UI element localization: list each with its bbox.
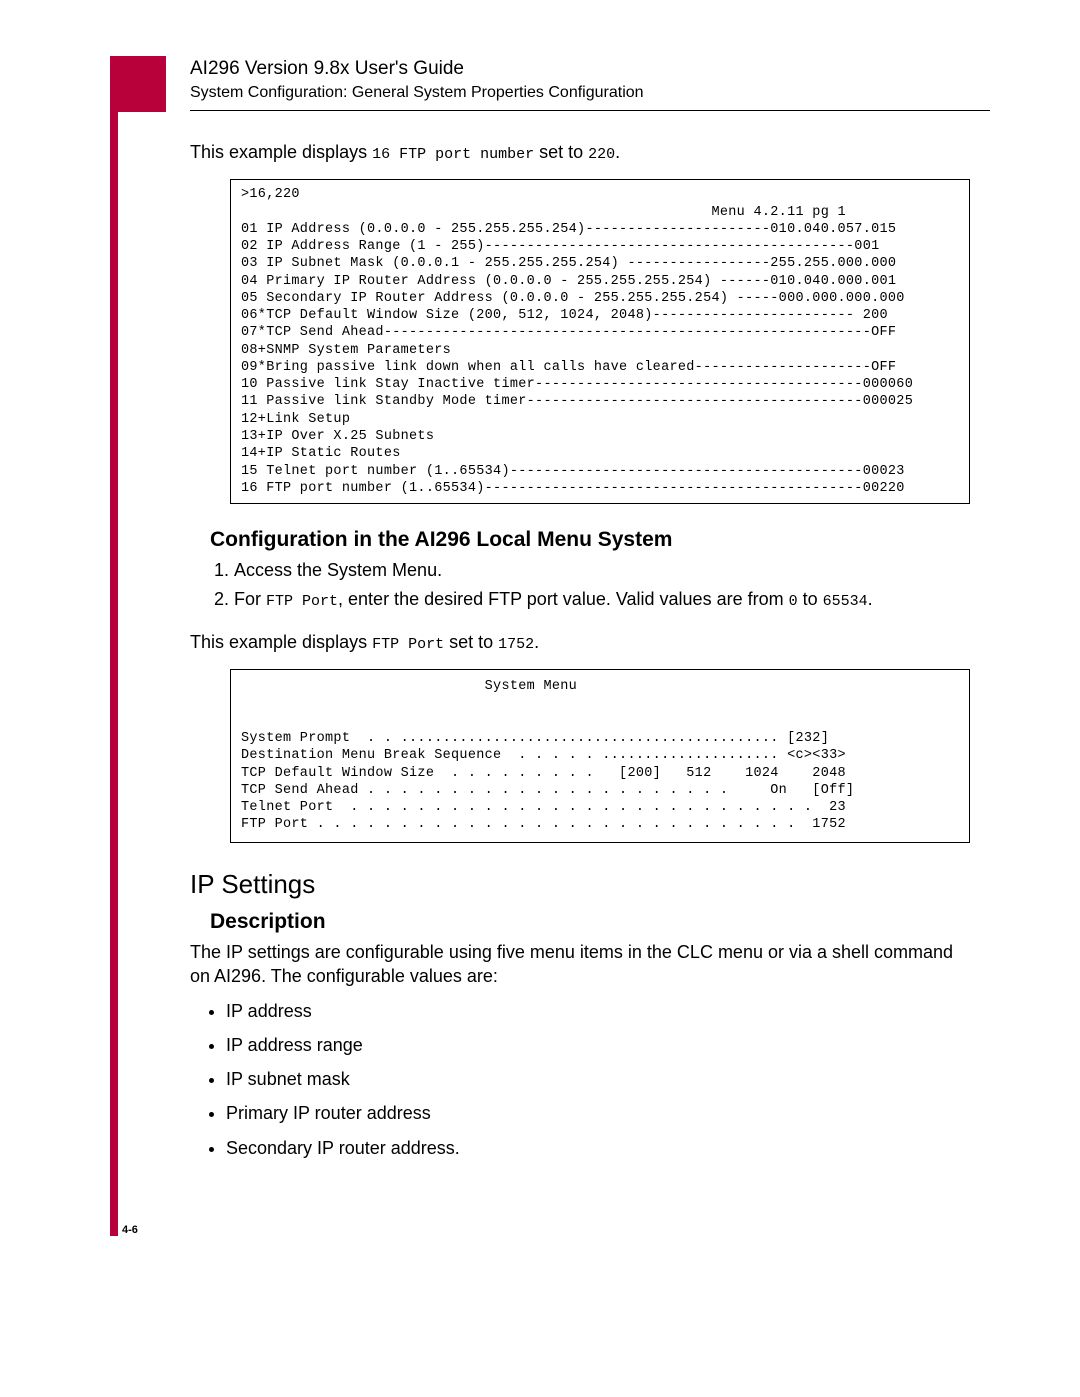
ip-settings-heading: IP Settings xyxy=(190,867,970,902)
page-number: 4-6 xyxy=(122,1224,138,1236)
left-vertical-bar xyxy=(110,56,118,1224)
system-menu-box: System Menu System Prompt . . ..........… xyxy=(230,669,970,842)
intro2-post: . xyxy=(534,632,539,652)
menu-output-box: >16,220 Menu 4.2.11 pg 1 01 IP Address (… xyxy=(230,179,970,504)
description-para: The IP settings are configurable using f… xyxy=(190,940,970,989)
config-steps: Access the System Menu. For FTP Port, en… xyxy=(210,558,970,612)
doc-subtitle: System Configuration: General System Pro… xyxy=(190,84,990,102)
list-item: Secondary IP router address. xyxy=(226,1136,970,1160)
page-header: AI296 Version 9.8x User's Guide System C… xyxy=(190,58,990,119)
intro2-mono1: FTP Port xyxy=(372,636,444,653)
step2-mid2: to xyxy=(798,589,823,609)
list-item: IP address xyxy=(226,999,970,1023)
list-item: Primary IP router address xyxy=(226,1101,970,1125)
intro2-pre: This example displays xyxy=(190,632,372,652)
list-item: IP subnet mask xyxy=(226,1067,970,1091)
intro1-pre: This example displays xyxy=(190,142,372,162)
doc-title: AI296 Version 9.8x User's Guide xyxy=(190,58,990,80)
intro1-mono1: 16 FTP port number xyxy=(372,146,534,163)
ip-list: IP address IP address range IP subnet ma… xyxy=(226,999,970,1160)
description-heading: Description xyxy=(210,908,970,936)
step2-mono2: 0 xyxy=(789,593,798,610)
step-2: For FTP Port, enter the desired FTP port… xyxy=(234,587,970,612)
intro2-mid: set to xyxy=(444,632,498,652)
step2-mono1: FTP Port xyxy=(266,593,338,610)
list-item: IP address range xyxy=(226,1033,970,1057)
header-red-square xyxy=(110,56,166,112)
intro1-mid: set to xyxy=(534,142,588,162)
step2-pre: For xyxy=(234,589,266,609)
step2-mid: , enter the desired FTP port value. Vali… xyxy=(338,589,789,609)
intro-line-1: This example displays 16 FTP port number… xyxy=(190,140,970,165)
step-1: Access the System Menu. xyxy=(234,558,970,582)
intro2-mono2: 1752 xyxy=(498,636,534,653)
intro-line-2: This example displays FTP Port set to 17… xyxy=(190,630,970,655)
config-heading: Configuration in the AI296 Local Menu Sy… xyxy=(210,526,970,554)
intro1-post: . xyxy=(615,142,620,162)
footer-red-tick xyxy=(110,1220,118,1236)
header-rule xyxy=(190,110,990,111)
intro1-mono2: 220 xyxy=(588,146,615,163)
step2-post: . xyxy=(868,589,873,609)
page-content: This example displays 16 FTP port number… xyxy=(190,140,970,1170)
step2-mono3: 65534 xyxy=(823,593,868,610)
